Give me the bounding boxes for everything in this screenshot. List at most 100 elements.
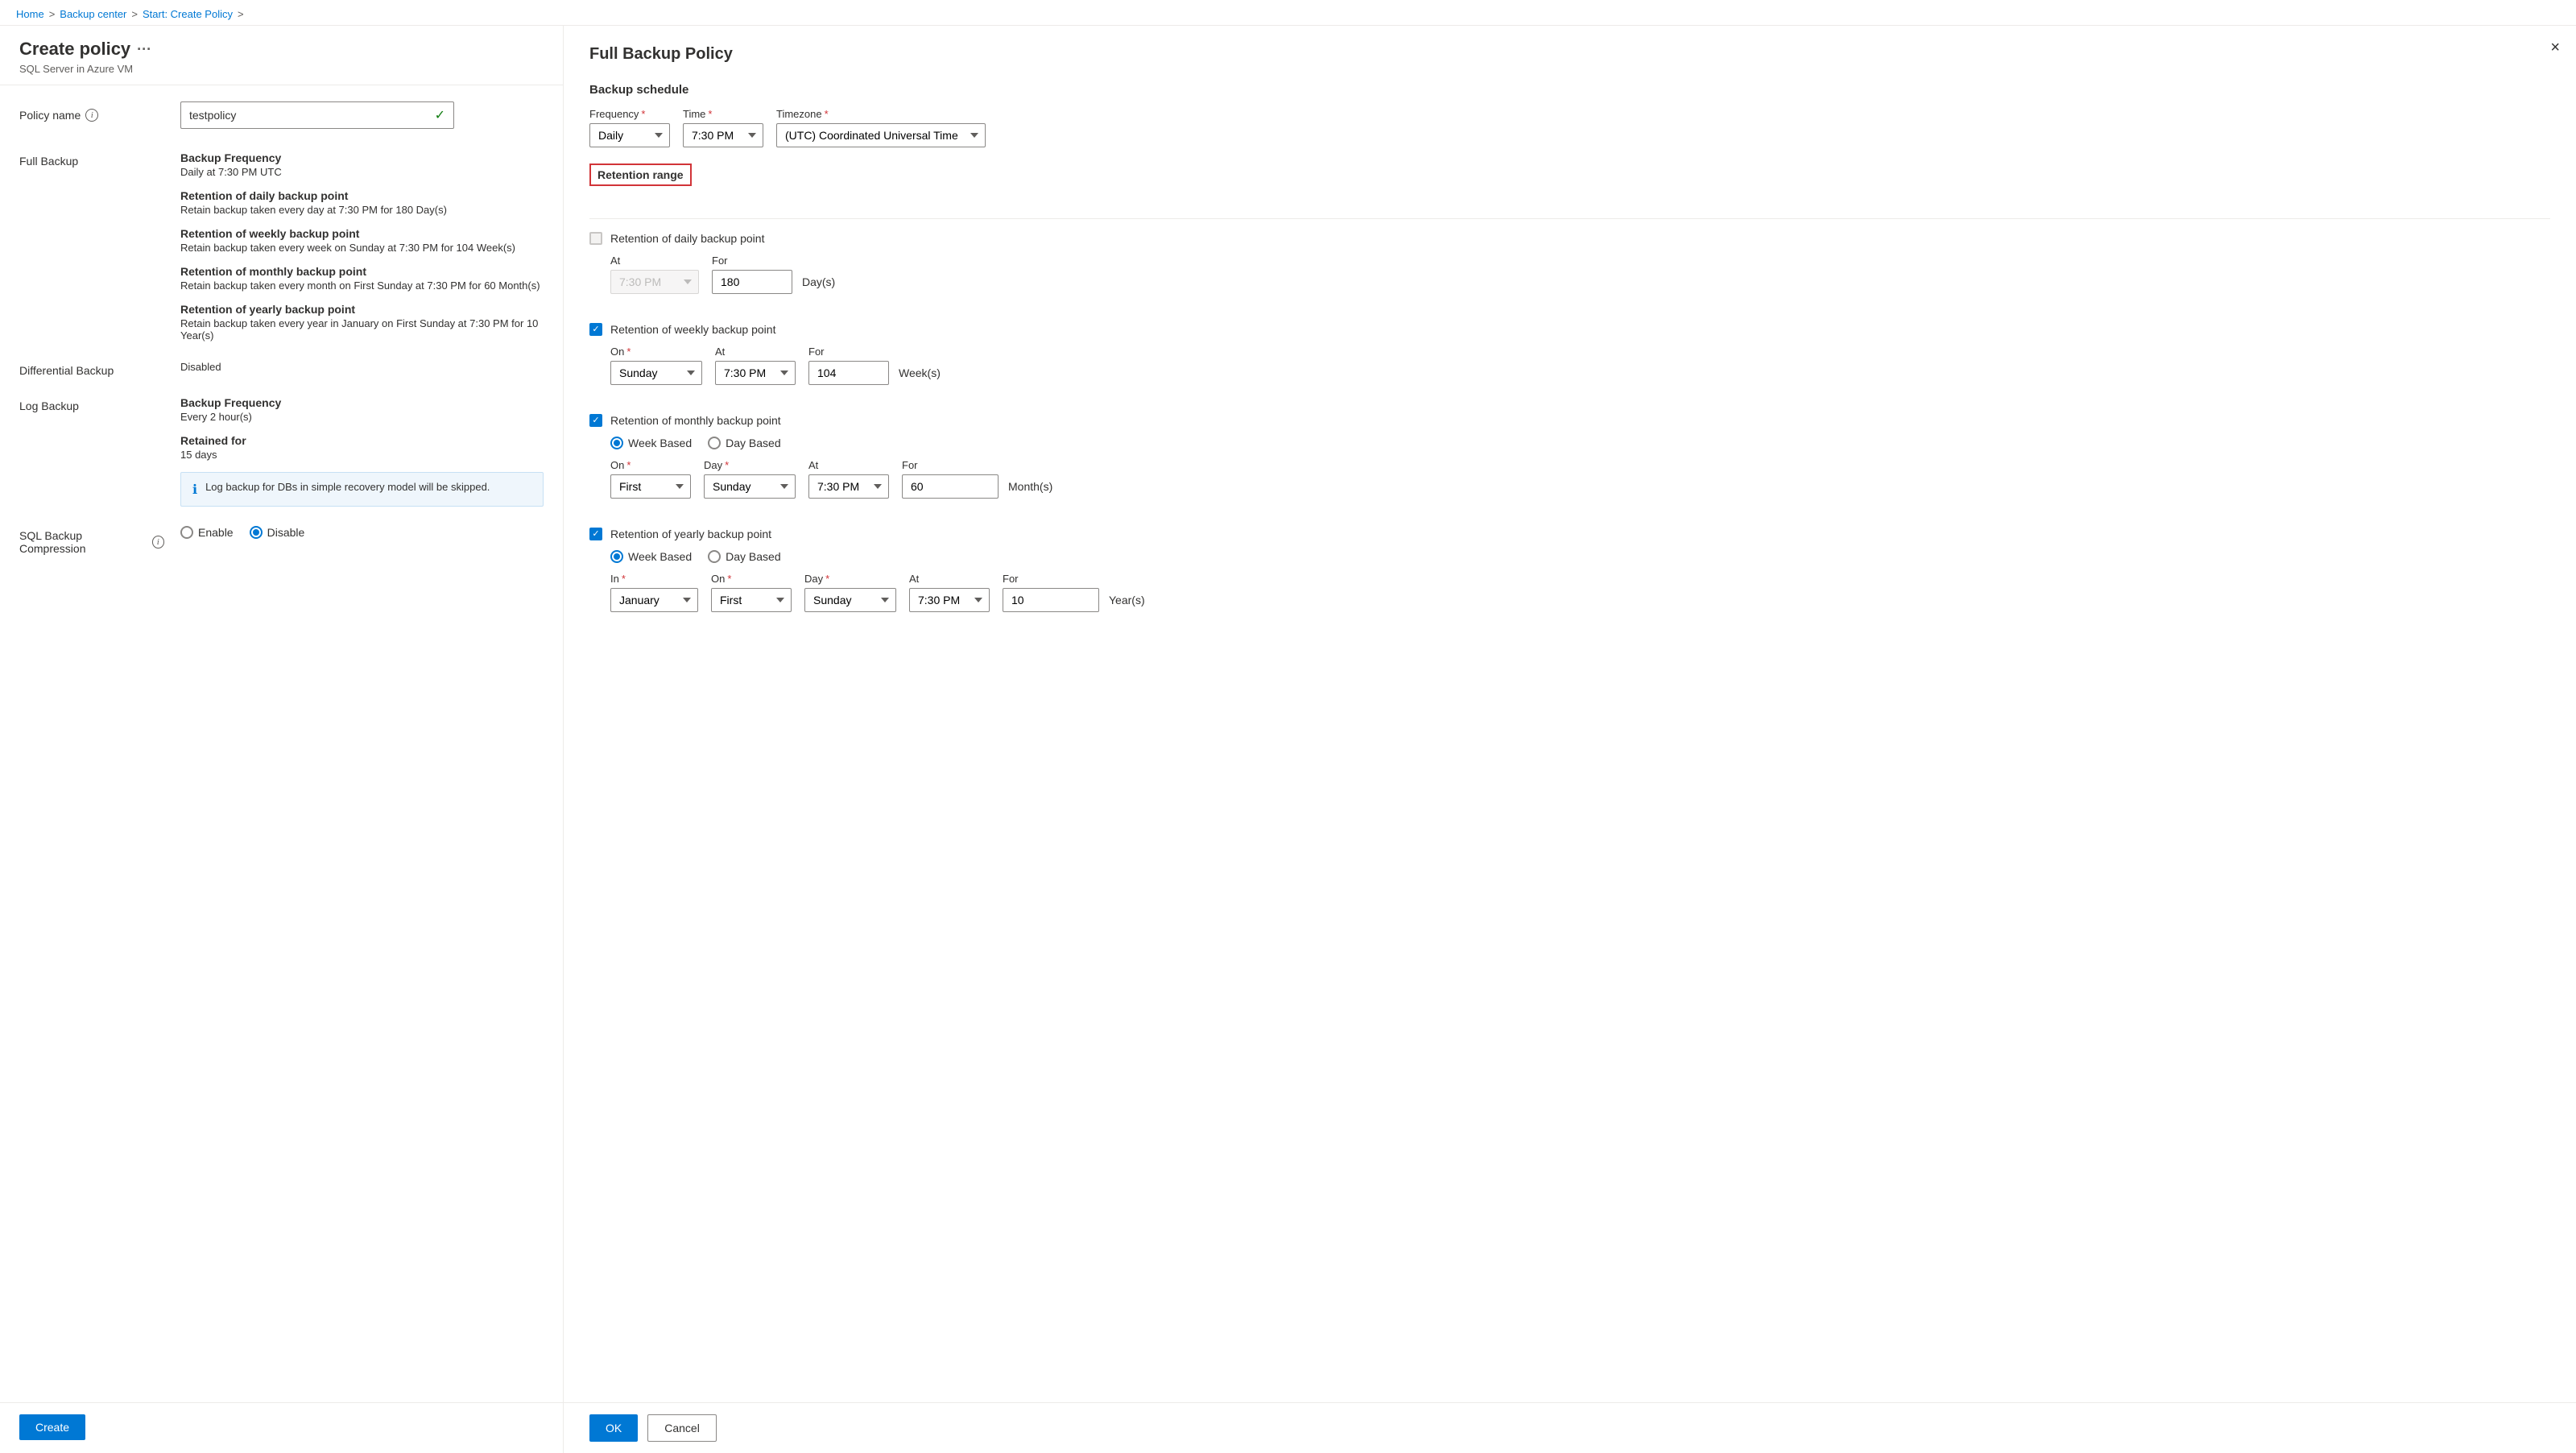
weekly-for-input[interactable] [808,361,889,385]
sql-compression-label: SQL Backup Compression [19,529,147,555]
monthly-week-based-label: Week Based [628,437,692,449]
daily-unit-label: Day(s) [802,275,835,288]
yearly-week-based-option[interactable]: Week Based [610,550,692,563]
yearly-week-based-label: Week Based [628,550,692,563]
daily-at-label: At [610,255,699,267]
monthly-day-based-radio[interactable] [708,437,721,449]
backup-schedule-heading: Backup schedule [589,83,2550,97]
frequency-select[interactable]: Daily Weekly [589,123,670,147]
yearly-at-label: At [909,573,990,585]
frequency-label: Frequency * [589,108,670,120]
monthly-for-label: For [902,459,1052,471]
weekly-retention-title: Retention of weekly backup point [180,227,544,240]
daily-retention-title: Retention of daily backup point [180,189,544,202]
compression-disable-option[interactable]: Disable [250,526,305,539]
daily-for-label: For [712,255,835,267]
breadcrumb-start-create[interactable]: Start: Create Policy [143,8,233,20]
yearly-week-based-radio[interactable] [610,550,623,563]
yearly-in-label: In * [610,573,698,585]
log-retained-title: Retained for [180,434,544,447]
create-button[interactable]: Create [19,1414,85,1440]
log-frequency-title: Backup Frequency [180,396,544,409]
monthly-retention-label: Retention of monthly backup point [610,414,781,427]
daily-retention-desc: Retain backup taken every day at 7:30 PM… [180,204,544,216]
policy-name-input[interactable]: testpolicy ✓ [180,101,454,129]
yearly-retention-desc: Retain backup taken every year in Januar… [180,317,544,342]
log-retained-desc: 15 days [180,449,544,461]
monthly-on-select[interactable]: First Second Third Fourth Last [610,474,691,499]
retention-range-label: Retention range [589,164,692,186]
time-select[interactable]: 7:30 PM [683,123,763,147]
breadcrumb-home[interactable]: Home [16,8,44,20]
breadcrumb-backup-center[interactable]: Backup center [60,8,126,20]
weekly-retention-desc: Retain backup taken every week on Sunday… [180,242,544,254]
time-label: Time * [683,108,763,120]
monthly-week-based-option[interactable]: Week Based [610,437,692,449]
weekly-retention-label: Retention of weekly backup point [610,323,775,336]
yearly-retention-title: Retention of yearly backup point [180,303,544,316]
differential-backup-label: Differential Backup [19,361,164,377]
monthly-day-based-label: Day Based [726,437,780,449]
compression-enable-label: Enable [198,526,234,539]
full-backup-frequency-desc: Daily at 7:30 PM UTC [180,166,544,178]
monthly-week-based-radio[interactable] [610,437,623,449]
timezone-label: Timezone * [776,108,986,120]
monthly-for-input[interactable] [902,474,999,499]
full-backup-label: Full Backup [19,151,164,168]
daily-for-input[interactable] [712,270,792,294]
weekly-on-select[interactable]: Sunday Monday Tuesday Wednesday Thursday… [610,361,702,385]
weekly-retention-checkbox[interactable] [589,323,602,336]
monthly-retention-title: Retention of monthly backup point [180,265,544,278]
more-options-icon[interactable]: ··· [137,41,151,58]
page-title: Create policy [19,39,130,60]
right-panel-title: Full Backup Policy [589,45,733,64]
weekly-at-label: At [715,346,796,358]
breadcrumb-sep2: > [131,8,138,20]
yearly-for-label: For [1003,573,1145,585]
compression-disable-radio[interactable] [250,526,263,539]
yearly-day-based-radio[interactable] [708,550,721,563]
breadcrumb-sep3: > [238,8,244,20]
log-info-text: Log backup for DBs in simple recovery mo… [205,481,490,493]
policy-name-info-icon[interactable]: i [85,109,98,122]
weekly-on-label: On * [610,346,702,358]
full-backup-frequency-title: Backup Frequency [180,151,544,164]
compression-disable-label: Disable [267,526,305,539]
monthly-day-label: Day * [704,459,796,471]
ok-button[interactable]: OK [589,1414,638,1442]
yearly-in-select[interactable]: January February March April May June Ju… [610,588,698,612]
yearly-day-based-label: Day Based [726,550,780,563]
yearly-for-input[interactable] [1003,588,1099,612]
policy-name-label: Policy name i [19,109,164,122]
weekly-for-label: For [808,346,941,358]
weekly-unit-label: Week(s) [899,366,941,379]
daily-retention-label: Retention of daily backup point [610,232,764,245]
compression-enable-radio[interactable] [180,526,193,539]
log-info-icon: ℹ [192,482,197,498]
breadcrumb: Home > Backup center > Start: Create Pol… [0,0,2576,25]
log-backup-label: Log Backup [19,396,164,412]
monthly-at-select[interactable]: 7:30 PM [808,474,889,499]
daily-retention-checkbox[interactable] [589,232,602,245]
yearly-day-select[interactable]: Sunday Monday Tuesday Wednesday Thursday… [804,588,896,612]
monthly-retention-checkbox[interactable] [589,414,602,427]
timezone-select[interactable]: (UTC) Coordinated Universal Time [776,123,986,147]
yearly-on-select[interactable]: First Second Third Fourth Last [711,588,792,612]
log-frequency-desc: Every 2 hour(s) [180,411,544,423]
daily-at-select[interactable]: 7:30 PM [610,270,699,294]
monthly-day-based-option[interactable]: Day Based [708,437,780,449]
cancel-button[interactable]: Cancel [647,1414,717,1442]
yearly-day-based-option[interactable]: Day Based [708,550,780,563]
yearly-at-select[interactable]: 7:30 PM [909,588,990,612]
yearly-retention-checkbox[interactable] [589,528,602,540]
weekly-at-select[interactable]: 7:30 PM [715,361,796,385]
monthly-day-select[interactable]: Sunday Monday Tuesday Wednesday Thursday… [704,474,796,499]
breadcrumb-sep1: > [49,8,56,20]
monthly-on-label: On * [610,459,691,471]
monthly-unit-label: Month(s) [1008,480,1052,493]
sql-compression-info-icon[interactable]: i [152,536,165,548]
monthly-at-label: At [808,459,889,471]
close-button[interactable]: × [2550,39,2560,57]
compression-enable-option[interactable]: Enable [180,526,234,539]
policy-name-check-icon: ✓ [435,107,445,123]
